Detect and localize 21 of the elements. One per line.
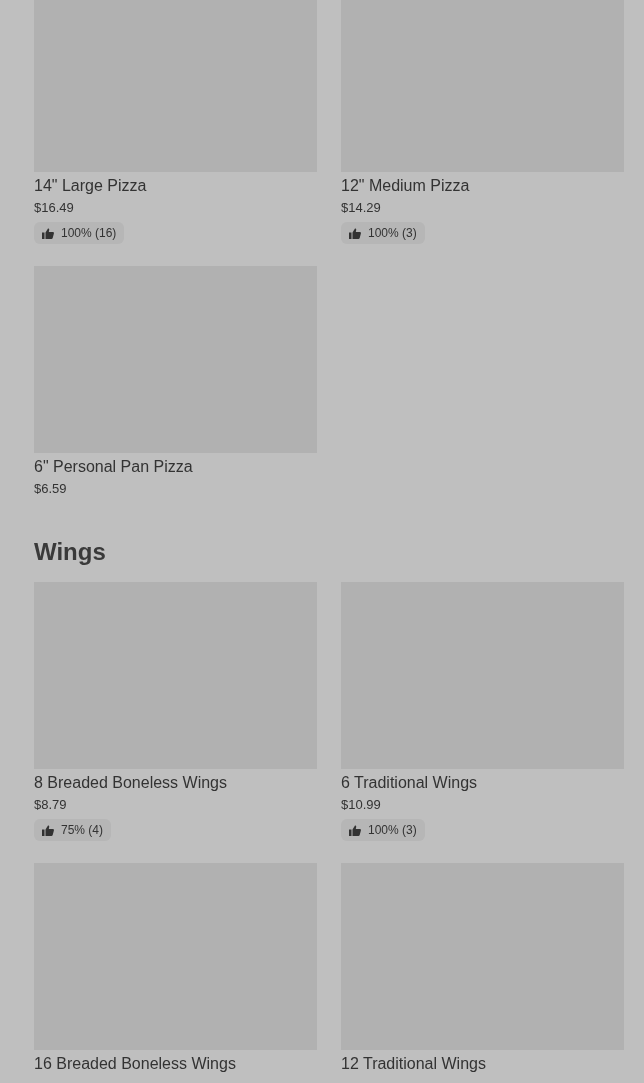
thumbs-up-icon [349,227,361,239]
rating-text: 100% (16) [61,226,117,240]
item-name[interactable]: 16 Breaded Boneless Wings [34,1053,317,1075]
item-name[interactable]: 14" Large Pizza [34,175,317,197]
rating-text: 100% (3) [368,823,417,837]
item-name[interactable]: 6" Personal Pan Pizza [34,456,317,478]
item-name[interactable]: 12" Medium Pizza [341,175,624,197]
thumbs-up-icon [42,227,54,239]
section-heading: Wings [34,537,107,567]
item-name[interactable]: 12 Traditional Wings [341,1053,624,1075]
thumbs-up-icon [349,824,361,836]
rating-text: 75% (4) [61,823,104,837]
item-price: $14.29 [341,199,382,217]
item-price: $16.49 [34,199,75,217]
item-name[interactable]: 8 Breaded Boneless Wings [34,772,317,794]
item-price: $10.99 [341,796,382,814]
item-name[interactable]: 6 Traditional Wings [341,772,624,794]
rating-text: 100% (3) [368,226,417,240]
item-price: $8.79 [34,796,68,814]
item-price: $6.59 [34,480,68,498]
thumbs-up-icon [42,824,54,836]
